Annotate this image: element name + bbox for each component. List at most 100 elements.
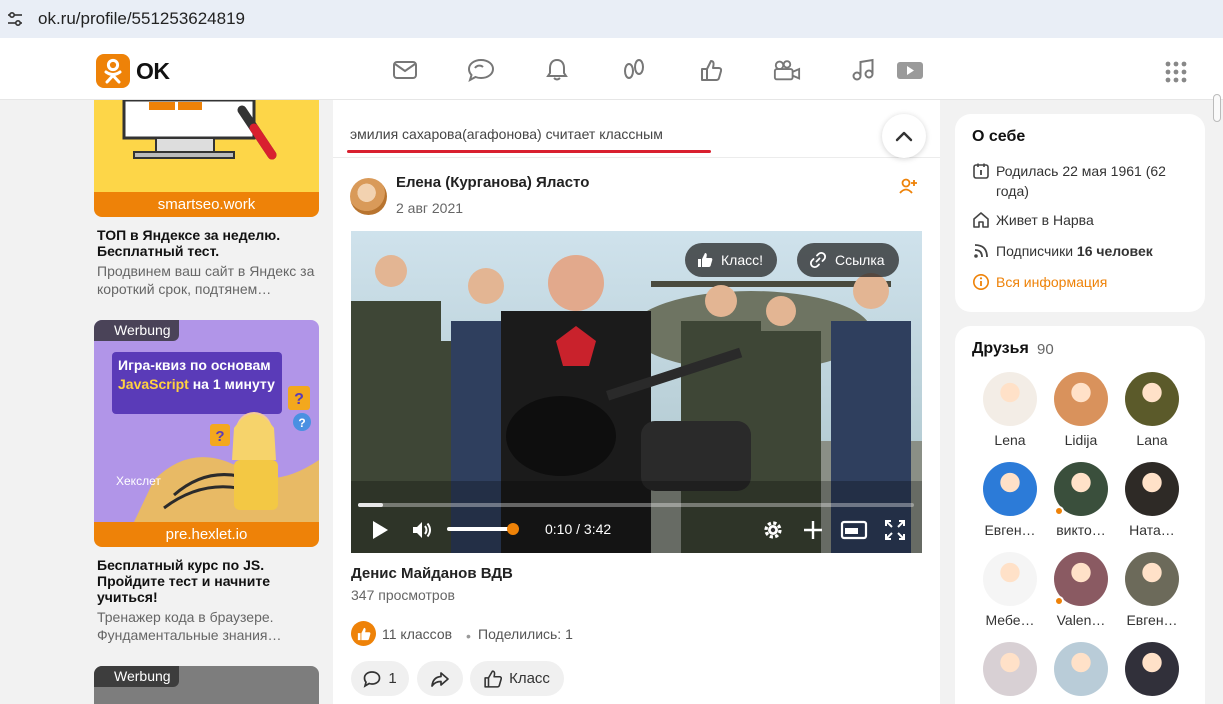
logo-text: OK (136, 57, 170, 84)
collapse-button[interactable] (882, 114, 926, 158)
ok-logo-icon (96, 54, 130, 88)
ad-banner-smartseo[interactable] (94, 100, 319, 195)
friend-name[interactable]: викто… (1050, 522, 1112, 538)
feed-caption[interactable]: эмилия сахарова(агафонова) считает класс… (350, 126, 663, 142)
post-date: 2 авг 2021 (396, 200, 464, 216)
friend-item[interactable]: Lidija (1050, 372, 1112, 448)
friend-name[interactable]: Lena (979, 432, 1041, 448)
play-icon[interactable] (368, 518, 392, 542)
online-status-icon (1054, 596, 1064, 606)
friend-item[interactable]: Lana (1121, 372, 1183, 448)
reactions-icon[interactable] (697, 56, 725, 84)
volume-slider-track[interactable] (447, 527, 513, 531)
video-progress-track[interactable] (358, 503, 914, 507)
friend-avatar[interactable] (1125, 552, 1179, 606)
friend-item[interactable] (979, 642, 1041, 702)
friend-name[interactable]: Мебе… (979, 612, 1041, 628)
video-calls-icon[interactable] (773, 56, 801, 84)
class-button[interactable]: Класс (470, 661, 564, 696)
settings-gear-icon[interactable] (761, 518, 785, 542)
friend-avatar[interactable] (1125, 462, 1179, 516)
friend-name[interactable]: Ната… (1121, 522, 1183, 538)
friend-avatar[interactable] (1054, 372, 1108, 426)
friend-avatar[interactable] (983, 642, 1037, 696)
ad-banner-hexlet[interactable]: ? ? ? Игра-квиз по основам JavaScript на… (94, 320, 319, 522)
video-title[interactable]: Денис Майданов ВДВ (351, 565, 513, 582)
ad-brand: Хекслет (116, 474, 161, 488)
volume-slider-handle[interactable] (507, 523, 519, 535)
about-title: О себе (972, 128, 1026, 145)
friend-item[interactable]: Евген… (1121, 552, 1183, 628)
friend-name[interactable]: Евген… (1121, 612, 1183, 628)
ad-title-hexlet[interactable]: Бесплатный курс по JS. Пройдите тест и н… (97, 557, 317, 605)
rss-icon (974, 244, 988, 258)
friend-avatar[interactable] (983, 372, 1037, 426)
browser-address-bar[interactable]: ok.ru/profile/551253624819 (0, 0, 1223, 38)
ad-domain-hexlet[interactable]: pre.hexlet.io (94, 522, 319, 547)
guests-icon[interactable] (620, 56, 648, 84)
about-all-info-link[interactable]: Вся информация (972, 272, 1107, 292)
scrollbar-handle[interactable] (1213, 94, 1221, 122)
svg-text:?: ? (215, 428, 224, 445)
ad-desc-smartseo[interactable]: Продвинем ваш сайт в Яндекс за короткий … (97, 262, 317, 298)
friends-title[interactable]: Друзья (972, 340, 1029, 358)
video-class-button[interactable]: Класс! (685, 243, 777, 277)
add-to-playlist-icon[interactable] (801, 518, 825, 542)
volume-icon[interactable] (410, 518, 434, 542)
ad-title-smartseo[interactable]: ТОП в Яндексе за неделю. Бесплатный тест… (97, 227, 317, 259)
friend-name[interactable]: Евген… (979, 522, 1041, 538)
comment-button[interactable]: 1 (351, 661, 409, 696)
friend-name[interactable]: Valen… (1050, 612, 1112, 628)
about-birthday: Родилась 22 мая 1961 (62 года) (972, 161, 1192, 201)
post-author[interactable]: Елена (Курганова) Яласто (396, 174, 589, 191)
friend-avatar[interactable] (1125, 372, 1179, 426)
ad-domain-smartseo[interactable]: smartseo.work (94, 192, 319, 217)
video-time: 0:10 / 3:42 (545, 521, 612, 537)
svg-text:?: ? (298, 416, 305, 430)
friend-item[interactable]: Ната… (1121, 462, 1183, 538)
notifications-icon[interactable] (543, 56, 571, 84)
friend-avatar[interactable] (983, 552, 1037, 606)
friend-avatar[interactable] (983, 462, 1037, 516)
video-progress-fill (358, 503, 383, 507)
share-button[interactable] (417, 661, 463, 696)
video-views: 347 просмотров (351, 587, 455, 603)
friend-name[interactable]: Lidija (1050, 432, 1112, 448)
ad-banner-text: Игра-квиз по основам JavaScript на 1 мин… (118, 357, 275, 392)
video-icon[interactable] (894, 56, 926, 84)
thumbs-up-outline-icon (484, 669, 503, 688)
add-friend-icon[interactable] (898, 176, 918, 196)
site-settings-icon[interactable] (6, 10, 24, 28)
apps-grid-icon[interactable] (1164, 60, 1188, 84)
friend-item[interactable] (1121, 642, 1183, 702)
author-avatar[interactable] (350, 178, 387, 215)
mini-player-icon[interactable] (840, 518, 868, 542)
url-text[interactable]: ok.ru/profile/551253624819 (38, 9, 245, 29)
friend-item[interactable]: Евген… (979, 462, 1041, 538)
friend-item[interactable] (1050, 642, 1112, 702)
friend-item[interactable]: Valen… (1050, 552, 1112, 628)
fullscreen-icon[interactable] (883, 518, 907, 542)
info-icon (973, 274, 989, 290)
about-subscribers[interactable]: Подписчики 16 человек (972, 241, 1153, 261)
friend-item[interactable]: Мебе… (979, 552, 1041, 628)
comment-count: 1 (388, 670, 397, 687)
friend-avatar[interactable] (1125, 642, 1179, 696)
friend-avatar[interactable] (1054, 642, 1108, 696)
shares-count[interactable]: Поделились: 1 (478, 626, 573, 642)
ok-logo[interactable]: OK (96, 54, 170, 88)
likes-count[interactable]: 11 классов (382, 626, 452, 642)
friend-name[interactable]: Lana (1121, 432, 1183, 448)
friend-item[interactable]: викто… (1050, 462, 1112, 538)
messages-icon[interactable] (391, 56, 419, 84)
video-link-button[interactable]: Ссылка (797, 243, 899, 277)
home-icon (973, 212, 989, 228)
music-icon[interactable] (849, 56, 877, 84)
discussions-icon[interactable] (467, 56, 495, 84)
ad-label-3: Werbung (94, 666, 179, 687)
svg-text:?: ? (294, 391, 304, 408)
class-button-label: Класс (509, 670, 550, 687)
caption-underline (347, 150, 711, 153)
ad-desc-hexlet[interactable]: Тренажер кода в браузере. Фундаментальны… (97, 608, 317, 644)
friend-item[interactable]: Lena (979, 372, 1041, 448)
